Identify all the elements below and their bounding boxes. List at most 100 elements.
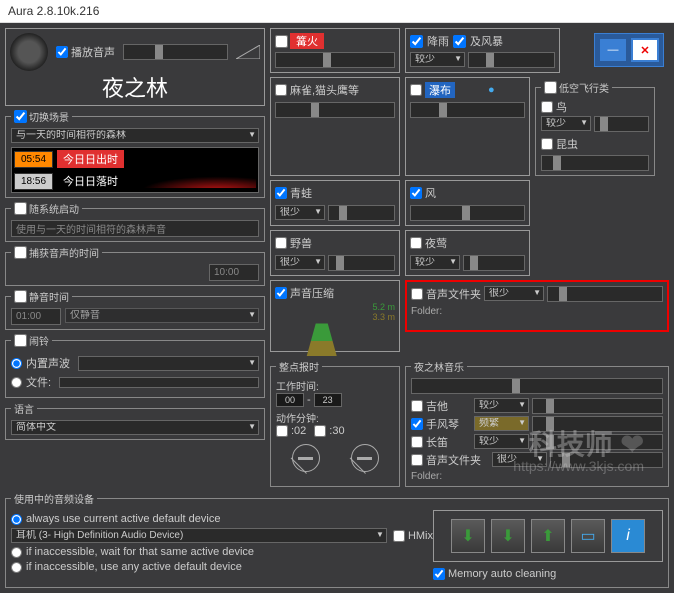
alarm-builtin-radio[interactable]: 内置声波 bbox=[11, 355, 259, 371]
frog-freq-select[interactable]: 很少 bbox=[275, 205, 325, 220]
wind-checkbox[interactable] bbox=[410, 187, 422, 199]
alarm-group: 闹铃 内置声波 文件: bbox=[5, 333, 265, 398]
scene-switch-group: 切换场景 与一天的时间相符的森林 05:54 今日日出时 18:56 今日日落时 bbox=[5, 109, 265, 198]
mute-time-input[interactable] bbox=[11, 308, 61, 325]
accordion-freq-select[interactable]: 频繁 bbox=[474, 416, 529, 431]
action-btn-4[interactable]: ▭ bbox=[571, 519, 605, 553]
music-folder-freq-select[interactable]: 很少 bbox=[492, 452, 547, 467]
lowfly-group: 低空飞行类 鸟 较少 昆虫 bbox=[535, 80, 655, 176]
beast-checkbox[interactable] bbox=[275, 237, 287, 249]
mute-checkbox[interactable] bbox=[14, 290, 27, 303]
compress-low: 3.3 m bbox=[372, 312, 395, 322]
fire-slider[interactable] bbox=[275, 52, 395, 68]
alarm-checkbox[interactable] bbox=[14, 334, 27, 347]
rain-freq-select[interactable]: 较少 bbox=[410, 52, 465, 67]
waterfall-indicator-icon: ● bbox=[488, 84, 495, 96]
info-button[interactable]: i bbox=[611, 519, 645, 553]
volume-triangle-icon bbox=[236, 45, 260, 59]
sound-folder-freq-select[interactable]: 很少 bbox=[484, 286, 544, 301]
beast-freq-select[interactable]: 很少 bbox=[275, 255, 325, 270]
sunset-row[interactable]: 18:56 今日日落时 bbox=[12, 170, 258, 192]
action-btn-3[interactable]: ⬆ bbox=[531, 519, 565, 553]
rain-slider[interactable] bbox=[468, 52, 555, 68]
sunrise-row[interactable]: 05:54 今日日出时 bbox=[12, 148, 258, 170]
scene-select[interactable]: 与一天的时间相符的森林 bbox=[11, 128, 259, 143]
work-from-input[interactable]: 00 bbox=[276, 393, 304, 407]
nightingale-freq-select[interactable]: 较少 bbox=[410, 255, 460, 270]
flute-freq-select[interactable]: 较少 bbox=[474, 434, 529, 449]
crow-slider[interactable] bbox=[275, 102, 395, 118]
close-button[interactable]: ✕ bbox=[631, 38, 659, 62]
fade-time-input[interactable] bbox=[209, 264, 259, 281]
crow-checkbox[interactable] bbox=[275, 84, 287, 96]
nightingale-slider[interactable] bbox=[463, 255, 525, 271]
music-folder-label: Folder: bbox=[411, 471, 663, 482]
storm-checkbox[interactable] bbox=[453, 35, 466, 48]
scene-title: 夜之林 bbox=[10, 71, 260, 103]
work-to-input[interactable]: 23 bbox=[314, 393, 342, 407]
lowfly-checkbox[interactable] bbox=[544, 81, 557, 94]
waterfall-checkbox[interactable] bbox=[410, 84, 422, 96]
fade-time-checkbox[interactable] bbox=[14, 246, 27, 259]
audio-wait-radio[interactable]: if inaccessible, wait for that same acti… bbox=[11, 546, 433, 558]
language-group: 语言 简体中文 bbox=[5, 401, 265, 440]
flute-checkbox[interactable] bbox=[411, 436, 423, 448]
fire-label: 篝火 bbox=[290, 33, 324, 49]
frog-checkbox[interactable] bbox=[275, 187, 287, 199]
autostart-checkbox[interactable] bbox=[14, 202, 27, 215]
guitar-freq-select[interactable]: 较少 bbox=[474, 398, 529, 413]
accordion-checkbox[interactable] bbox=[411, 418, 423, 430]
frog-slider[interactable] bbox=[328, 205, 395, 221]
alarm-file-radio[interactable]: 文件: bbox=[11, 374, 259, 390]
bird-slider[interactable] bbox=[594, 116, 649, 132]
report-group: 整点报时 工作时间: 00 - 23 动作分钟: :02 :30 bbox=[270, 359, 400, 487]
audio-any-radio[interactable]: if inaccessible, use any active default … bbox=[11, 561, 433, 573]
hmix-checkbox[interactable] bbox=[393, 530, 405, 542]
spectrum-icon bbox=[292, 306, 352, 356]
guitar-checkbox[interactable] bbox=[411, 400, 423, 412]
volume-slider[interactable] bbox=[123, 44, 228, 60]
wind-slider[interactable] bbox=[410, 205, 525, 221]
audio-device-select[interactable]: 耳机 (3- High Definition Audio Device) bbox=[11, 528, 387, 543]
audio-always-radio[interactable]: always use current active default device bbox=[11, 513, 433, 525]
scene-switch-checkbox[interactable] bbox=[14, 110, 27, 123]
minimize-button[interactable]: — bbox=[599, 38, 627, 62]
no-action-icon-2 bbox=[351, 444, 379, 472]
sound-folder-slider[interactable] bbox=[547, 286, 663, 302]
interval-02-checkbox[interactable] bbox=[276, 425, 288, 437]
guitar-slider[interactable] bbox=[532, 398, 663, 414]
nightingale-checkbox[interactable] bbox=[410, 237, 422, 249]
music-volume-slider[interactable] bbox=[411, 378, 663, 394]
autostart-group: 随系统启动 bbox=[5, 201, 265, 242]
insect-checkbox[interactable] bbox=[541, 138, 553, 150]
sound-folder-checkbox[interactable] bbox=[411, 288, 423, 300]
sound-folder-label: Folder: bbox=[411, 306, 663, 317]
bird-checkbox[interactable] bbox=[541, 101, 553, 113]
language-select[interactable]: 简体中文 bbox=[11, 420, 259, 435]
alarm-file-input[interactable] bbox=[59, 377, 259, 388]
interval-30-checkbox[interactable] bbox=[314, 425, 326, 437]
music-folder-slider[interactable] bbox=[550, 452, 663, 468]
compress-checkbox[interactable] bbox=[275, 287, 287, 299]
accordion-slider[interactable] bbox=[532, 416, 663, 432]
mute-option-select[interactable]: 仅静音 bbox=[65, 308, 259, 323]
action-btn-2[interactable]: ⬇ bbox=[491, 519, 525, 553]
fire-checkbox[interactable] bbox=[275, 35, 288, 48]
music-group: 夜之林音乐 吉他 较少 手风琴 频繁 长笛 较少 bbox=[405, 359, 669, 487]
rain-checkbox[interactable] bbox=[410, 35, 423, 48]
memory-clean-checkbox[interactable] bbox=[433, 568, 445, 580]
audio-device-group: 使用中的音频设备 always use current active defau… bbox=[5, 491, 669, 588]
action-btn-1[interactable]: ⬇ bbox=[451, 519, 485, 553]
music-folder-checkbox[interactable] bbox=[411, 454, 423, 466]
waterfall-slider[interactable] bbox=[410, 102, 525, 118]
beast-slider[interactable] bbox=[328, 255, 395, 271]
window-title: Aura 2.8.10k.216 bbox=[0, 0, 674, 23]
play-sound-checkbox[interactable]: 播放音声 bbox=[56, 44, 115, 60]
no-action-icon-1 bbox=[292, 444, 320, 472]
bird-freq-select[interactable]: 较少 bbox=[541, 116, 591, 131]
autostart-input[interactable] bbox=[11, 220, 259, 237]
flute-slider[interactable] bbox=[532, 434, 663, 450]
interval-label: 动作分钟: bbox=[276, 410, 394, 425]
alarm-builtin-select[interactable] bbox=[78, 356, 259, 371]
insect-slider[interactable] bbox=[541, 155, 649, 171]
